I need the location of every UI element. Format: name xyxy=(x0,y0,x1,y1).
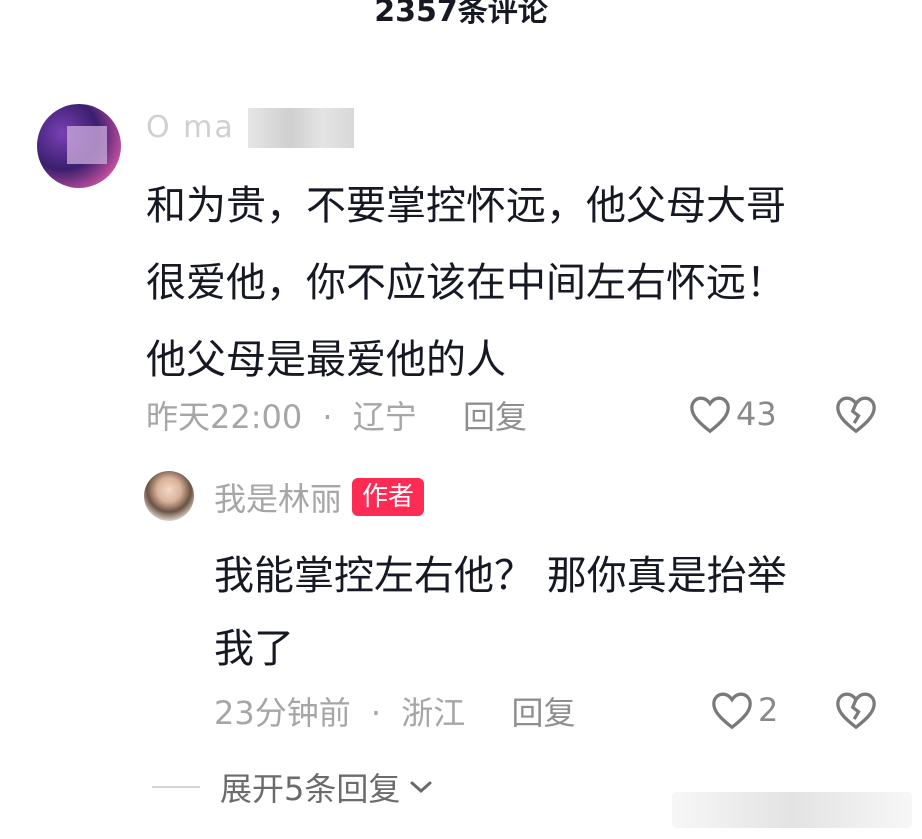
reply-like-button[interactable]: 2 xyxy=(710,688,778,732)
chevron-down-icon xyxy=(410,781,432,794)
reply-button[interactable]: 回复 xyxy=(463,398,527,436)
broken-heart-icon xyxy=(836,692,876,730)
heart-icon xyxy=(712,692,752,730)
reply-location: 浙江 xyxy=(401,694,466,732)
like-count: 43 xyxy=(736,395,777,433)
meta-separator: · xyxy=(322,398,333,436)
username-mosaic xyxy=(248,108,354,148)
comment-count-title: 2357条评论 xyxy=(374,0,548,29)
expand-replies-button[interactable]: 展开5条回复 xyxy=(152,764,436,810)
comment-line: 很爱他，你不应该在中间左右怀远！ xyxy=(146,260,786,306)
reply-username[interactable]: 我是林丽 xyxy=(214,474,342,520)
reply-dislike-button[interactable] xyxy=(834,690,878,734)
dislike-button[interactable] xyxy=(834,394,878,438)
comment-body: 和为贵，不要掌控怀远，他父母大哥 很爱他，你不应该在中间左右怀远！ 他父母是最爱… xyxy=(146,168,896,399)
heart-icon xyxy=(690,396,730,434)
reply-time: 23分钟前 xyxy=(214,694,351,732)
comment-line: 他父母是最爱他的人 xyxy=(146,337,506,383)
like-count: 2 xyxy=(758,691,779,729)
author-badge: 作者 xyxy=(352,478,425,516)
watermark xyxy=(672,792,912,828)
comment-location: 辽宁 xyxy=(352,398,417,436)
like-button[interactable]: 43 xyxy=(688,392,777,436)
reply-line: 我能掌控左右他？ 那你真是抬举 xyxy=(214,553,787,599)
avatar-mosaic xyxy=(67,126,107,164)
comment-meta: 昨天22:00 · 辽宁 回复 xyxy=(146,392,527,436)
comment-username[interactable]: O ma u xyxy=(146,108,386,150)
comment-line: 和为贵，不要掌控怀远，他父母大哥 xyxy=(146,183,786,229)
reply-line: 我了 xyxy=(214,626,294,672)
expand-divider xyxy=(152,786,200,788)
reply-username-row: 我是林丽 作者 xyxy=(214,474,425,520)
comment-time: 昨天22:00 xyxy=(146,398,303,436)
meta-separator: · xyxy=(370,694,382,732)
broken-heart-icon xyxy=(836,396,876,434)
reply-body: 我能掌控左右他？ 那你真是抬举 我了 xyxy=(214,540,894,686)
reply-avatar[interactable] xyxy=(144,471,194,521)
reply-meta: 23分钟前 · 浙江 回复 xyxy=(214,688,575,732)
avatar[interactable] xyxy=(37,104,121,188)
reply-button[interactable]: 回复 xyxy=(511,694,575,732)
expand-label: 展开5条回复 xyxy=(220,770,401,808)
